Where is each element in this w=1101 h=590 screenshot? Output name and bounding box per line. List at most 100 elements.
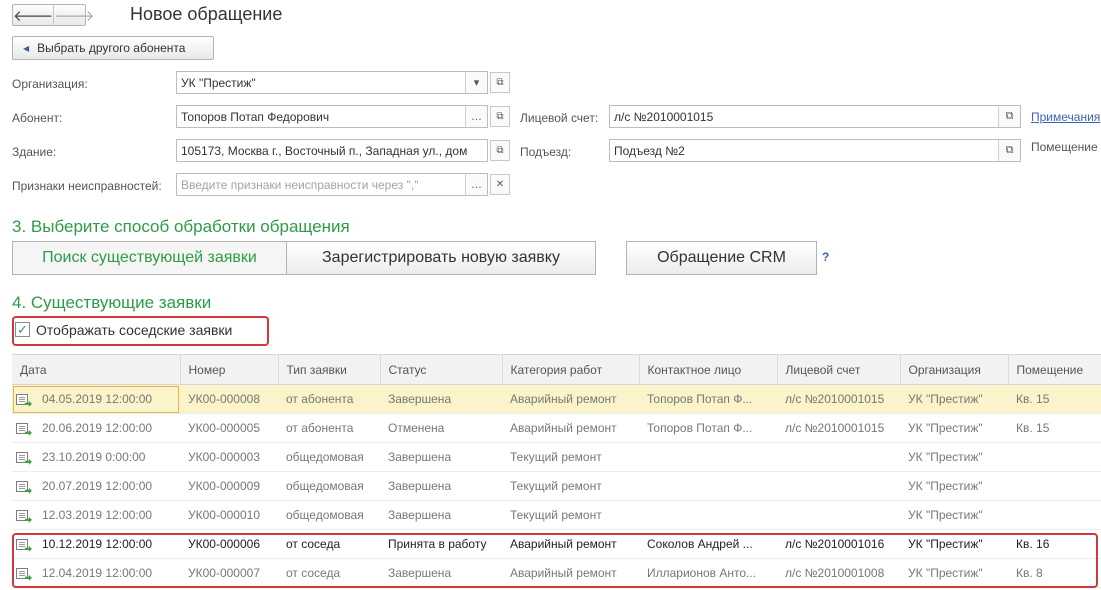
select-icon[interactable]: … — [465, 106, 487, 127]
col-room[interactable]: Помещение — [1008, 354, 1101, 385]
cell — [777, 471, 900, 501]
choose-abonent-label: Выбрать другого абонента — [37, 41, 186, 55]
cell — [639, 500, 777, 530]
neighbor-rows-highlight — [12, 533, 1098, 588]
cell: общедомовая — [278, 500, 380, 530]
account-label: Лицевой счет: — [520, 111, 599, 125]
cell: Отменена — [380, 413, 502, 443]
cell: Текущий ремонт — [502, 442, 639, 472]
cell-date: 12.03.2019 12:00:00 — [12, 500, 180, 530]
cell: УК00-000010 — [180, 500, 278, 530]
col-org[interactable]: Организация — [900, 354, 1009, 385]
cell — [639, 442, 777, 472]
org-field[interactable]: УК "Престиж" ▾ — [176, 71, 488, 94]
search-request-button[interactable]: Поиск существующей заявки — [12, 241, 287, 275]
open-icon: ⧉ — [496, 145, 504, 156]
col-contact[interactable]: Контактное лицо — [639, 354, 778, 385]
table-row[interactable]: 12.03.2019 12:00:00 УК00-000010 общедомо… — [12, 500, 1101, 530]
register-request-button[interactable]: Зарегистрировать новую заявку — [286, 241, 596, 275]
cell: Текущий ремонт — [502, 500, 639, 530]
org-label: Организация: — [12, 77, 88, 91]
col-account[interactable]: Лицевой счет — [777, 354, 901, 385]
col-date[interactable]: Дата — [12, 354, 181, 385]
neighbors-checkbox-label[interactable]: Отображать соседские заявки — [36, 322, 232, 338]
cell: Кв. 15 — [1008, 384, 1101, 414]
cell: Топоров Потап Ф... — [639, 384, 777, 414]
cell-date: 20.07.2019 12:00:00 — [12, 471, 180, 501]
cell — [777, 500, 900, 530]
building-label: Здание: — [12, 145, 57, 159]
cell: УК "Престиж" — [900, 500, 1008, 530]
section3-title: 3. Выберите способ обработки обращения — [12, 217, 350, 236]
table-row[interactable]: 20.06.2019 12:00:00 УК00-000005 от абоне… — [12, 413, 1101, 443]
table-header: Дата Номер Тип заявки Статус Категория р… — [12, 354, 1101, 385]
table-row[interactable]: 20.07.2019 12:00:00 УК00-000009 общедомо… — [12, 471, 1101, 501]
cell: общедомовая — [278, 442, 380, 472]
back-button[interactable]: 🡐 — [13, 5, 53, 25]
cell: Аварийный ремонт — [502, 384, 639, 414]
col-number[interactable]: Номер — [180, 354, 279, 385]
table-row[interactable]: 23.10.2019 0:00:00 УК00-000003 общедомов… — [12, 442, 1101, 472]
close-icon: ✕ — [495, 179, 505, 190]
cell: УК00-000003 — [180, 442, 278, 472]
open-building-button[interactable]: ⧉ — [490, 140, 510, 161]
defects-input[interactable]: Введите признаки неисправности через ","… — [176, 173, 488, 196]
triangle-left-icon: ◀ — [23, 43, 30, 53]
cell: Кв. 15 — [1008, 413, 1101, 443]
cell: л/с №2010001015 — [777, 384, 900, 414]
table-row[interactable]: 04.05.2019 12:00:00 УК00-000008 от абоне… — [12, 384, 1101, 414]
cell: Аварийный ремонт — [502, 413, 639, 443]
col-type[interactable]: Тип заявки — [278, 354, 381, 385]
defects-label: Признаки неисправностей: — [12, 179, 162, 193]
cell: от абонента — [278, 413, 380, 443]
cell: от абонента — [278, 384, 380, 414]
choose-abonent-button[interactable]: ◀ Выбрать другого абонента — [12, 36, 214, 60]
cell: Текущий ремонт — [502, 471, 639, 501]
neighbors-checkbox[interactable]: ✓ — [15, 322, 30, 337]
cell: Завершена — [380, 442, 502, 472]
document-icon — [16, 422, 32, 436]
col-status[interactable]: Статус — [380, 354, 503, 385]
help-icon[interactable]: ? — [822, 250, 829, 264]
notes-link[interactable]: Примечания — [1031, 110, 1100, 124]
cell: УК "Престиж" — [900, 442, 1008, 472]
building-field[interactable]: 105173, Москва г., Восточный п., Западна… — [176, 139, 488, 162]
abonent-field[interactable]: Топоров Потап Федорович … — [176, 105, 488, 128]
entrance-label: Подъезд: — [520, 145, 572, 159]
abonent-value: Топоров Потап Федорович — [181, 109, 330, 124]
abonent-label: Абонент: — [12, 111, 63, 125]
org-value: УК "Престиж" — [181, 75, 256, 90]
open-icon[interactable]: ⧉ — [998, 106, 1020, 127]
cell — [777, 442, 900, 472]
cell: УК "Престиж" — [900, 413, 1008, 443]
cell: Завершена — [380, 384, 502, 414]
document-icon — [16, 480, 32, 494]
dropdown-icon[interactable]: ▾ — [465, 72, 487, 93]
document-icon — [16, 393, 32, 407]
nav-buttons: 🡐 🡒 — [12, 4, 94, 26]
select-icon[interactable]: … — [465, 174, 487, 195]
account-field[interactable]: л/с №2010001015 ⧉ — [609, 105, 1021, 128]
clear-defects-button[interactable]: ✕ — [490, 174, 510, 195]
cell: л/с №2010001015 — [777, 413, 900, 443]
cell: УК "Престиж" — [900, 384, 1008, 414]
entrance-value: Подъезд №2 — [614, 143, 685, 158]
cell: Завершена — [380, 471, 502, 501]
document-icon — [16, 509, 32, 523]
cell: УК00-000009 — [180, 471, 278, 501]
forward-button[interactable]: 🡒 — [53, 5, 94, 25]
entrance-field[interactable]: Подъезд №2 ⧉ — [609, 139, 1021, 162]
cell: Завершена — [380, 500, 502, 530]
open-abonent-button[interactable]: ⧉ — [490, 106, 510, 127]
page-title: Новое обращение — [130, 4, 283, 24]
col-category[interactable]: Категория работ — [502, 354, 640, 385]
cell: УК "Престиж" — [900, 471, 1008, 501]
cell-date: 20.06.2019 12:00:00 — [12, 413, 180, 443]
section4-title: 4. Существующие заявки — [12, 293, 212, 312]
open-org-button[interactable]: ⧉ — [490, 72, 510, 93]
cell: УК00-000008 — [180, 384, 278, 414]
room-label: Помещение — [1031, 140, 1098, 154]
crm-button[interactable]: Обращение CRM — [626, 241, 817, 275]
open-icon[interactable]: ⧉ — [998, 140, 1020, 161]
check-icon: ✓ — [17, 321, 28, 337]
